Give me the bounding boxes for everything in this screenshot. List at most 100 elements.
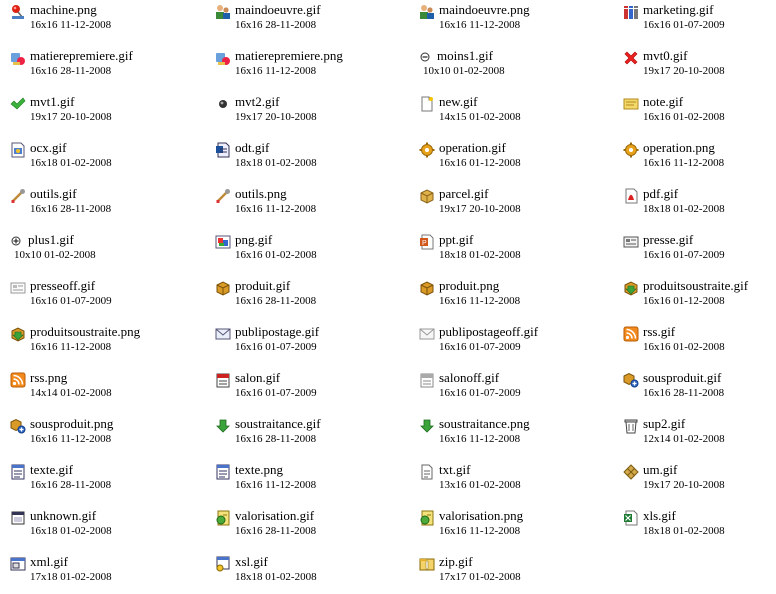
file-date: 11-12-2008	[469, 295, 521, 307]
file-item[interactable]: xml.gif 17x18 01-02-2008	[0, 552, 190, 594]
file-item[interactable]: matierepremiere.gif 16x16 28-11-2008	[0, 46, 190, 92]
file-item[interactable]: matierepremiere.png 16x16 11-12-2008	[205, 46, 395, 92]
file-meta: 16x16 11-12-2008	[643, 157, 724, 170]
file-item[interactable]: new.gif 14x15 01-02-2008	[409, 92, 599, 138]
file-name: zip.gif	[439, 554, 473, 569]
file-dimensions: 16x16	[235, 525, 263, 537]
file-item[interactable]: pdf.gif 18x18 01-02-2008	[613, 184, 776, 230]
file-item[interactable]: operation.png 16x16 11-12-2008	[613, 138, 776, 184]
file-item[interactable]: rss.gif 16x16 01-02-2008	[613, 322, 776, 368]
file-meta: 18x18 01-02-2008	[235, 571, 317, 584]
tools-icon	[216, 189, 230, 203]
file-item[interactable]: salonoff.gif 16x16 01-07-2009	[409, 368, 599, 414]
minus-icon	[420, 52, 430, 62]
file-dimensions: 16x16	[643, 19, 671, 31]
file-item[interactable]: outils.png 16x16 11-12-2008	[205, 184, 395, 230]
box-icon	[420, 281, 434, 296]
file-item[interactable]: operation.gif 16x16 01-12-2008	[409, 138, 599, 184]
file-item[interactable]: machine.png 16x16 11-12-2008	[0, 0, 190, 46]
file-date: 11-12-2008	[673, 157, 725, 169]
file-name: texte.gif	[30, 462, 73, 477]
file-item[interactable]: texte.gif 16x16 28-11-2008	[0, 460, 190, 506]
file-item[interactable]: um.gif 19x17 20-10-2008	[613, 460, 776, 506]
file-date: 01-02-2008	[60, 387, 112, 399]
file-item[interactable]: soustraitance.png 16x16 11-12-2008	[409, 414, 599, 460]
ppt-file-icon: P	[420, 234, 434, 250]
file-item[interactable]: png.gif 16x16 01-02-2008	[205, 230, 395, 276]
file-date: 01-12-2008	[469, 157, 521, 169]
file-name: ppt.gif	[439, 232, 474, 247]
file-item[interactable]: presse.gif 16x16 01-07-2009	[613, 230, 776, 276]
file-date: 01-02-2008	[469, 111, 521, 123]
file-item[interactable]: produitsoustraite.png 16x16 11-12-2008	[0, 322, 190, 368]
file-item[interactable]: marketing.gif 16x16 01-07-2009	[613, 0, 776, 46]
file-meta: 18x18 01-02-2008	[643, 525, 725, 538]
file-item[interactable]: produit.gif 16x16 28-11-2008	[205, 276, 395, 322]
file-item[interactable]: produitsoustraite.gif 16x16 01-12-2008	[613, 276, 776, 322]
file-item[interactable]: mvt1.gif 19x17 20-10-2008	[0, 92, 190, 138]
subproduct-icon	[10, 418, 26, 434]
file-item[interactable]: mvt0.gif 19x17 20-10-2008	[613, 46, 776, 92]
file-item[interactable]: sup2.gif 12x14 01-02-2008	[613, 414, 776, 460]
file-item[interactable]: parcel.gif 19x17 20-10-2008	[409, 184, 599, 230]
file-item[interactable]: presseoff.gif 16x16 01-07-2009	[0, 276, 190, 322]
file-meta: 16x16 11-12-2008	[30, 19, 111, 32]
file-item[interactable]: outils.gif 16x16 28-11-2008	[0, 184, 190, 230]
file-item[interactable]: publipostageoff.gif 16x16 01-07-2009	[409, 322, 599, 368]
valuation-icon	[216, 510, 230, 526]
file-name: presseoff.gif	[30, 278, 96, 293]
file-date: 28-11-2008	[60, 203, 112, 215]
file-item[interactable]: sousproduit.png 16x16 11-12-2008	[0, 414, 190, 460]
file-item[interactable]: publipostage.gif 16x16 01-07-2009	[205, 322, 395, 368]
file-meta: 19x17 20-10-2008	[235, 111, 317, 124]
file-date: 20-10-2008	[673, 65, 725, 77]
file-name: outils.gif	[30, 186, 77, 201]
file-item[interactable]: maindoeuvre.png 16x16 11-12-2008	[409, 0, 599, 46]
file-dimensions: 16x16	[439, 19, 467, 31]
file-date: 11-12-2008	[469, 525, 521, 537]
file-item[interactable]: salon.gif 16x16 01-07-2009	[205, 368, 395, 414]
file-item[interactable]: xls.gif 18x18 01-02-2008	[613, 506, 776, 552]
file-item[interactable]: plus1.gif 10x10 01-02-2008	[0, 230, 190, 276]
file-item[interactable]: sousproduit.gif 16x16 28-11-2008	[613, 368, 776, 414]
file-meta: 10x10 01-02-2008	[14, 249, 96, 262]
file-item[interactable]: ocx.gif 16x18 01-02-2008	[0, 138, 190, 184]
file-dimensions: 18x18	[439, 249, 467, 261]
file-date: 01-07-2009	[673, 249, 725, 261]
file-item[interactable]: unknown.gif 16x18 01-02-2008	[0, 506, 190, 552]
file-date: 01-07-2009	[265, 341, 317, 353]
file-meta: 17x18 01-02-2008	[30, 571, 112, 584]
file-date: 01-02-2008	[469, 249, 521, 261]
file-item[interactable]: soustraitance.gif 16x16 28-11-2008	[205, 414, 395, 460]
file-item[interactable]: txt.gif 13x16 01-02-2008	[409, 460, 599, 506]
file-dimensions: 16x16	[643, 295, 671, 307]
file-name: mvt0.gif	[643, 48, 688, 63]
file-date: 28-11-2008	[673, 387, 725, 399]
file-item[interactable]: zip.gif 17x17 01-02-2008	[409, 552, 599, 594]
file-item[interactable]: Pppt.gif 18x18 01-02-2008	[409, 230, 599, 276]
file-meta: 18x18 01-02-2008	[643, 203, 725, 216]
file-dimensions: 16x16	[439, 341, 467, 353]
file-dimensions: 17x18	[30, 571, 58, 583]
file-item[interactable]: maindoeuvre.gif 16x16 28-11-2008	[205, 0, 395, 46]
box-icon	[216, 281, 230, 296]
file-item[interactable]: mvt2.gif 19x17 20-10-2008	[205, 92, 395, 138]
file-meta: 16x16 01-07-2009	[643, 19, 725, 32]
green-down-arrow-icon	[420, 419, 434, 433]
file-item[interactable]: produit.png 16x16 11-12-2008	[409, 276, 599, 322]
file-meta: 18x18 01-02-2008	[439, 249, 521, 262]
subproduct-icon	[623, 372, 639, 388]
file-item[interactable]: valorisation.gif 16x16 28-11-2008	[205, 506, 395, 552]
file-item[interactable]: moins1.gif 10x10 01-02-2008	[409, 46, 599, 92]
file-item[interactable]: texte.png 16x16 11-12-2008	[205, 460, 395, 506]
raw-material-icon	[11, 53, 25, 65]
file-meta: 16x16 28-11-2008	[235, 433, 316, 446]
file-item[interactable]: odt.gif 18x18 01-02-2008	[205, 138, 395, 184]
file-date: 01-07-2009	[265, 387, 317, 399]
file-item[interactable]: xsl.gif 18x18 01-02-2008	[205, 552, 395, 594]
file-meta: 16x16 28-11-2008	[643, 387, 724, 400]
file-item[interactable]: rss.png 14x14 01-02-2008	[0, 368, 190, 414]
file-item[interactable]: note.gif 16x16 01-02-2008	[613, 92, 776, 138]
file-name: parcel.gif	[439, 186, 489, 201]
file-item[interactable]: valorisation.png 16x16 11-12-2008	[409, 506, 599, 552]
